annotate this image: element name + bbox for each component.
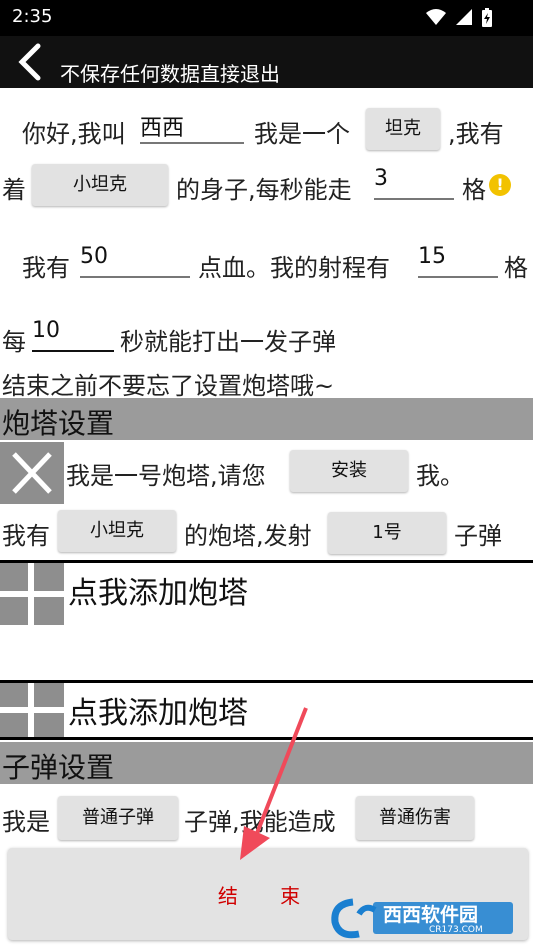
hp-input[interactable]: 50: [80, 244, 190, 278]
divider: [0, 560, 533, 563]
status-time: 2:35: [12, 6, 53, 27]
warning-icon[interactable]: !: [489, 174, 511, 196]
add-turret-button-2[interactable]: 点我添加炮塔: [68, 688, 248, 732]
add-turret-button-1[interactable]: 点我添加炮塔: [68, 568, 248, 612]
tank-type-button[interactable]: 坦克: [366, 108, 440, 150]
label-turret1: 我是一号炮塔,请您: [66, 462, 266, 490]
status-bar: 2:35: [0, 0, 533, 36]
label-fires: 的炮塔,发射: [184, 522, 312, 550]
turret-section-title: 炮塔设置: [2, 407, 115, 440]
label-body-speed: 的身子,每秒能走: [176, 176, 352, 204]
intro-line-2: 着 小坦克 的身子,每秒能走 3 格 !: [0, 164, 533, 208]
label-hello: 你好,我叫: [22, 120, 126, 148]
turret-section-header: 炮塔设置: [0, 398, 533, 440]
interval-input[interactable]: 10: [32, 318, 114, 352]
label-bullet: 子弹: [454, 522, 502, 550]
label-i-am-bullet: 我是: [2, 808, 50, 836]
back-arrow-icon[interactable]: [12, 42, 48, 82]
title-bar: 不保存任何数据直接退出: [0, 36, 533, 88]
label-zhe: 着: [2, 176, 26, 204]
label-have: 我有: [2, 522, 50, 550]
red-arrow-annotation: [240, 707, 308, 860]
exit-without-saving[interactable]: 不保存任何数据直接退出: [60, 58, 280, 87]
watermark-domain: CR173.COM: [429, 925, 483, 935]
wifi-icon: [426, 9, 446, 25]
signal-icon: [456, 9, 472, 25]
turret-type-button[interactable]: 小坦克: [58, 510, 176, 552]
label-i-have: ,我有: [448, 120, 504, 148]
label-me: 我。: [416, 462, 464, 490]
install-button[interactable]: 安装: [290, 450, 408, 492]
turret1-line-1: 我是一号炮塔,请您 安装 我。: [0, 450, 533, 494]
reminder-line: 结束之前不要忘了设置炮塔哦~: [0, 364, 533, 400]
label-fire-rate: 秒就能打出一发子弹: [120, 328, 336, 356]
label-i-am: 我是一个: [254, 120, 350, 148]
bullet-section-title: 子弹设置: [2, 751, 115, 784]
label-wo-you: 我有: [22, 254, 70, 282]
bullet-type-button[interactable]: 普通子弹: [58, 796, 178, 840]
label-hp-range: 点血。我的射程有: [198, 254, 390, 282]
body-type-button[interactable]: 小坦克: [32, 164, 168, 206]
label-grid-2: 格: [504, 254, 528, 282]
divider: [0, 680, 533, 683]
intro-line-3: 我有 50 点血。我的射程有 15 格: [0, 242, 533, 286]
watermark-logo: 西西软件园 CR173.COM: [329, 896, 517, 940]
status-icons: [425, 8, 493, 28]
add-turret-icon[interactable]: [0, 563, 64, 625]
turret1-line-2: 我有 小坦克 的炮塔,发射 1号 子弹: [0, 510, 533, 554]
add-turret-icon[interactable]: [0, 683, 64, 737]
ammo-button[interactable]: 1号: [328, 512, 446, 554]
reminder-text: 结束之前不要忘了设置炮塔哦~: [2, 372, 335, 400]
range-input[interactable]: 15: [418, 244, 498, 278]
name-input[interactable]: 西西: [140, 110, 244, 144]
watermark-brand: 西西软件园: [383, 904, 479, 926]
speed-input[interactable]: 3: [374, 166, 454, 200]
battery-icon: [482, 8, 492, 27]
intro-line-1: 你好,我叫 西西 我是一个 坦克 ,我有: [0, 108, 533, 152]
intro-line-4: 每 10 秒就能打出一发子弹: [0, 316, 533, 360]
label-every: 每: [2, 328, 26, 356]
damage-type-button[interactable]: 普通伤害: [356, 796, 474, 840]
label-grid: 格: [462, 176, 486, 204]
